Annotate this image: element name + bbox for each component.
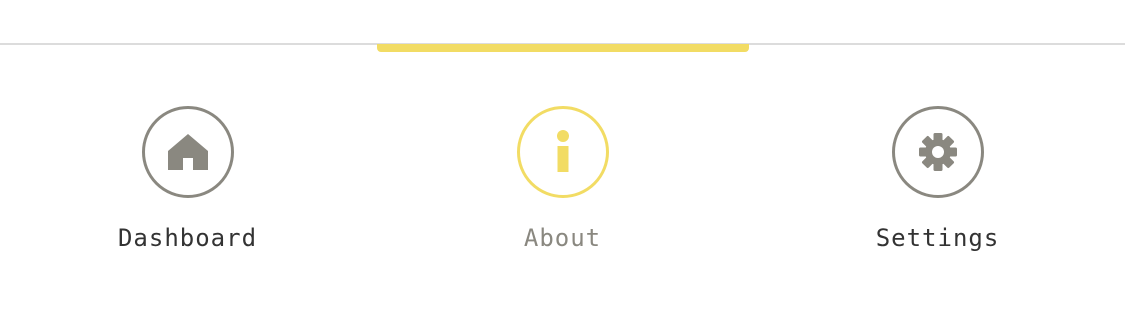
home-icon [141, 106, 234, 198]
tab-label-dashboard: Dashboard [117, 224, 258, 252]
active-tab-indicator [377, 44, 749, 52]
tab-label-about: About [523, 224, 602, 252]
tab-dashboard[interactable]: Dashboard [0, 106, 375, 256]
tab-label-settings: Settings [875, 224, 1000, 252]
gear-icon [891, 106, 984, 198]
tab-about[interactable]: About [375, 106, 750, 256]
info-icon [516, 106, 609, 198]
bottom-tab-bar: Dashboard About Settings [0, 0, 1125, 330]
tab-settings[interactable]: Settings [750, 106, 1125, 256]
